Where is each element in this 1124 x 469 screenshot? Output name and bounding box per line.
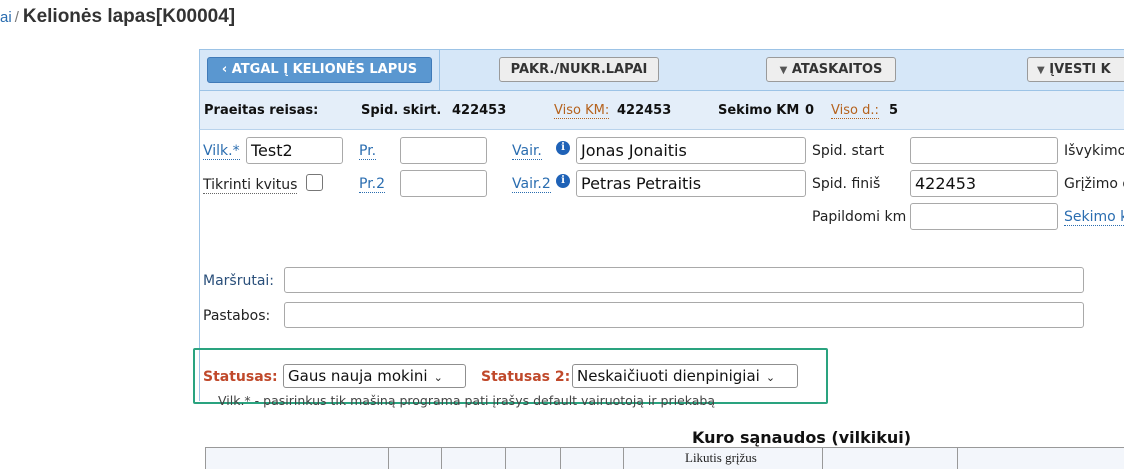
previous-trip-label: Praeitas reisas: bbox=[204, 103, 319, 118]
return-label: Grįžimo d bbox=[1064, 176, 1124, 192]
triangle-down-icon: ▼ bbox=[1037, 65, 1045, 76]
table-column-divider bbox=[388, 447, 389, 469]
driver-input[interactable]: Jonas Jonaitis bbox=[576, 137, 806, 164]
table-header-cell: Likutis grįžus bbox=[685, 450, 757, 465]
notes-label: Pastabos: bbox=[203, 308, 271, 324]
spid-start-label: Spid. start bbox=[812, 143, 885, 159]
check-receipts-label: Tikrinti kvitus bbox=[203, 177, 298, 194]
spid-start-input[interactable] bbox=[910, 137, 1058, 164]
table-column-divider bbox=[505, 447, 506, 469]
page-title: Kelionės lapas[K00004] bbox=[22, 6, 236, 27]
table-column-divider bbox=[822, 447, 823, 469]
tracking-km-value: 0 bbox=[805, 103, 815, 118]
toolbar-divider bbox=[439, 49, 440, 91]
info-icon[interactable]: i bbox=[556, 174, 570, 188]
truck-input[interactable]: Test2 bbox=[246, 137, 343, 164]
tracking-link[interactable]: Sekimo k bbox=[1064, 209, 1124, 226]
total-days-value: 5 bbox=[889, 103, 899, 118]
extra-km-input[interactable] bbox=[910, 203, 1058, 230]
breadcrumb-prev-link[interactable]: ai bbox=[0, 9, 12, 26]
fuel-table-header bbox=[205, 447, 1124, 469]
table-column-divider bbox=[957, 447, 958, 469]
load-button-label: PAKR./NUKR.LAPAI bbox=[510, 62, 648, 77]
trailer2-label[interactable]: Pr.2 bbox=[359, 176, 386, 193]
reports-dropdown-button[interactable]: ▼ ATASKAITOS bbox=[766, 57, 896, 82]
fuel-consumption-title: Kuro sąnaudos (vilkikui) bbox=[692, 428, 912, 447]
back-button-label: ATGAL Į KELIONĖS LAPUS bbox=[231, 62, 418, 77]
notes-input[interactable] bbox=[284, 302, 1084, 328]
table-column-divider bbox=[560, 447, 561, 469]
tracking-km-label: Sekimo KM bbox=[718, 103, 800, 118]
departure-label: Išvykimo bbox=[1064, 143, 1124, 159]
breadcrumb-separator: / bbox=[14, 9, 19, 26]
check-receipts-checkbox[interactable] bbox=[306, 174, 323, 191]
chevron-left-icon: ‹ bbox=[221, 62, 228, 77]
spid-diff-value: 422453 bbox=[452, 103, 507, 118]
enter-dropdown-button[interactable]: ▼ ĮVESTI K bbox=[1027, 57, 1124, 82]
extra-km-label: Papildomi km bbox=[812, 209, 907, 225]
truck-label[interactable]: Vilk.* bbox=[203, 143, 240, 160]
truck-note: Vilk.* - pasirinkus tik mašiną programa … bbox=[218, 393, 716, 408]
table-column-divider bbox=[441, 447, 442, 469]
driver-label[interactable]: Vair. bbox=[512, 143, 542, 160]
driver2-input[interactable]: Petras Petraitis bbox=[576, 170, 806, 197]
reports-button-label: ATASKAITOS bbox=[791, 62, 883, 77]
driver2-label[interactable]: Vair.2 bbox=[512, 176, 551, 193]
enter-button-label: ĮVESTI K bbox=[1049, 62, 1111, 77]
spid-finish-label: Spid. finiš bbox=[812, 176, 881, 192]
total-km-value: 422453 bbox=[617, 103, 672, 118]
routes-input[interactable] bbox=[284, 267, 1084, 293]
back-to-trip-sheets-button[interactable]: ‹ ATGAL Į KELIONĖS LAPUS bbox=[207, 57, 432, 83]
breadcrumb: ai / Kelionės lapas[K00004] bbox=[0, 6, 235, 28]
spid-finish-input[interactable]: 422453 bbox=[910, 170, 1058, 197]
trailer-input[interactable] bbox=[400, 137, 487, 164]
load-unload-sheets-button[interactable]: PAKR./NUKR.LAPAI bbox=[499, 57, 659, 82]
triangle-down-icon: ▼ bbox=[779, 65, 788, 76]
trailer-label[interactable]: Pr. bbox=[359, 143, 377, 160]
total-days-label: Viso d.: bbox=[831, 103, 879, 119]
trailer2-input[interactable] bbox=[400, 170, 487, 197]
total-km-label: Viso KM: bbox=[554, 103, 610, 119]
spid-diff-label: Spid. skirt. bbox=[361, 103, 442, 118]
info-icon[interactable]: i bbox=[556, 141, 570, 155]
routes-label: Maršrutai: bbox=[203, 273, 275, 289]
table-column-divider bbox=[623, 447, 624, 469]
